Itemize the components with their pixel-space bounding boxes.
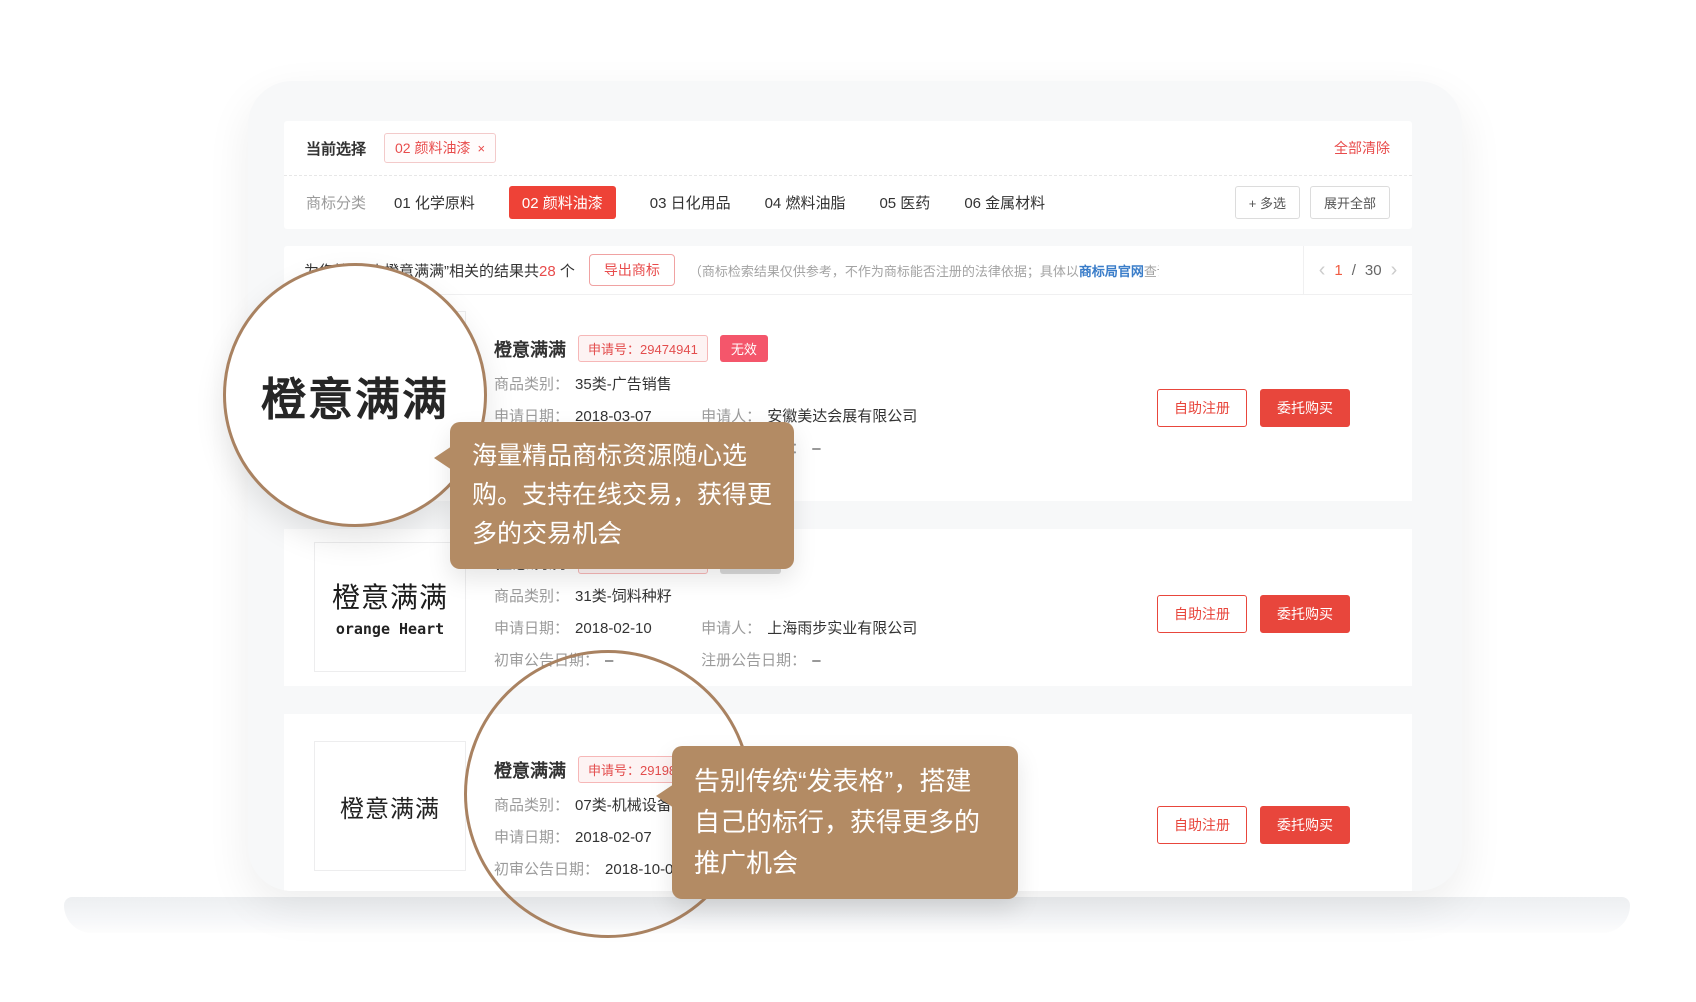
field-value: 上海雨步实业有限公司: [767, 620, 917, 637]
apply-date-cell: 申请日期： 2018-02-10: [494, 617, 697, 638]
self-register-button[interactable]: 自助注册: [1157, 806, 1247, 844]
filter-card: 当前选择 02 颜料油漆 × 全部清除 商标分类 01 化学原料 02 颜料油漆…: [284, 121, 1412, 229]
row-actions: 自助注册 委托购买: [1157, 389, 1350, 427]
field-label: 申请日期：: [494, 829, 569, 846]
field-value: 2018-02-10: [575, 620, 652, 637]
field-label: 申请日期：: [494, 620, 569, 637]
category-item-01[interactable]: 01 化学原料: [394, 192, 475, 213]
application-number: 29474941: [640, 342, 698, 357]
category-bar-label: 商标分类: [306, 192, 366, 213]
field-label: 初审公告日期：: [494, 861, 599, 878]
field-label: 注册公告日期：: [701, 652, 806, 669]
trademark-image: 橙意满满: [314, 741, 466, 871]
selected-filter-chip[interactable]: 02 颜料油漆 ×: [384, 133, 496, 163]
results-disclaimer: （商标检索结果仅供参考，不作为商标能否注册的法律依据；具体以商标局官网查询为准。…: [689, 261, 1159, 280]
selected-filter-chip-label: 02 颜料油漆: [395, 138, 470, 158]
trademark-name: 橙意满满: [494, 336, 566, 362]
category-line: 商品类别： 35类-广告销售: [494, 373, 917, 394]
field-value: 35类-广告销售: [575, 376, 672, 393]
application-number-tag: 申请号：29474941: [578, 335, 708, 362]
application-number-label: 申请号：: [588, 763, 640, 778]
page: 当前选择 02 颜料油漆 × 全部清除 商标分类 01 化学原料 02 颜料油漆…: [0, 0, 1696, 1002]
field-value: 安徽美达会展有限公司: [767, 408, 917, 425]
trademark-image: 橙意满满 orange Heart: [314, 542, 466, 672]
current-selection-label: 当前选择: [306, 138, 366, 159]
results-header: 为您检索到“橙意满满”相关的结果共28 个 导出商标 （商标检索结果仅供参考，不…: [284, 246, 1412, 294]
first-pub-cell: 初审公告日期： 2018-10-06: [494, 858, 697, 879]
applicant-cell: 申请人： 上海雨步实业有限公司: [701, 617, 917, 638]
field-value: –: [812, 652, 820, 669]
expand-all-button[interactable]: 展开全部: [1310, 186, 1390, 219]
trademark-image-text: 橙意满满: [340, 789, 440, 824]
category-item-04[interactable]: 04 燃料油脂: [765, 192, 846, 213]
window-base-platform: [64, 897, 1630, 933]
field-label: 商品类别：: [494, 797, 569, 814]
apply-date-cell: 申请日期： 2018-02-07: [494, 826, 697, 847]
category-actions: + 多选 展开全部: [1235, 186, 1390, 219]
self-register-button[interactable]: 自助注册: [1157, 389, 1247, 427]
category-item-06[interactable]: 06 金属材料: [964, 192, 1045, 213]
clear-all-button[interactable]: 全部清除: [1334, 138, 1390, 158]
field-value: –: [812, 440, 820, 457]
first-pub-cell: 初审公告日期：–: [494, 649, 697, 670]
close-icon[interactable]: ×: [477, 141, 485, 156]
self-register-button[interactable]: 自助注册: [1157, 595, 1247, 633]
prev-page-icon[interactable]: ‹: [1319, 260, 1326, 280]
field-label: 申请人：: [701, 620, 761, 637]
trademark-image-subtext: orange Heart: [336, 620, 444, 638]
field-label: 初审公告日期：: [494, 652, 599, 669]
total-pages: 30: [1365, 262, 1382, 279]
current-page: 1: [1334, 262, 1342, 279]
application-number-label: 申请号：: [588, 342, 640, 357]
entrust-buy-button[interactable]: 委托购买: [1260, 595, 1350, 633]
publication-line: 初审公告日期：– 注册公告日期：–: [494, 649, 917, 670]
row-separator: [284, 686, 1412, 714]
results-summary-suffix: 个: [556, 263, 575, 280]
magnified-trademark-text: 橙意满满: [261, 363, 449, 428]
callout-marketplace: 海量精品商标资源随心选购。支持在线交易，获得更多的交易机会: [450, 422, 794, 569]
row-actions: 自助注册 委托购买: [1157, 595, 1350, 633]
entrust-buy-button[interactable]: 委托购买: [1260, 806, 1350, 844]
field-value: 31类-饲料种籽: [575, 588, 672, 605]
date-applicant-line: 申请日期： 2018-02-10 申请人： 上海雨步实业有限公司: [494, 617, 917, 638]
disclaimer-suffix: 查询为准。）: [1144, 264, 1159, 279]
trademark-name: 橙意满满: [494, 757, 566, 783]
category-list: 01 化学原料 02 颜料油漆 03 日化用品 04 燃料油脂 05 医药 06…: [394, 186, 1045, 219]
callout-promotion: 告别传统“发表格”，搭建自己的标行，获得更多的推广机会: [672, 746, 1018, 899]
next-page-icon[interactable]: ›: [1391, 260, 1398, 280]
trademark-image-text: 橙意满满: [332, 576, 448, 616]
status-badge: 无效: [720, 335, 768, 362]
export-trademarks-button[interactable]: 导出商标: [589, 254, 675, 286]
pagination: ‹ 1 / 30 ›: [1303, 246, 1412, 294]
disclaimer-prefix: （商标检索结果仅供参考，不作为商标能否注册的法律依据；具体以: [689, 264, 1079, 279]
entrust-buy-button[interactable]: 委托购买: [1260, 389, 1350, 427]
field-label: 商品类别：: [494, 588, 569, 605]
magnifier-circle: 橙意满满: [223, 263, 487, 527]
category-item-05[interactable]: 05 医药: [879, 192, 930, 213]
trademark-office-link[interactable]: 商标局官网: [1079, 264, 1144, 279]
page-separator: /: [1352, 262, 1356, 279]
field-value: –: [605, 652, 613, 669]
results-count: 28: [539, 263, 556, 280]
field-value: 2018-02-07: [575, 829, 652, 846]
multi-select-button[interactable]: + 多选: [1235, 186, 1300, 219]
field-label: 商品类别：: [494, 376, 569, 393]
row-actions: 自助注册 委托购买: [1157, 806, 1350, 844]
category-row: 商标分类 01 化学原料 02 颜料油漆 03 日化用品 04 燃料油脂 05 …: [284, 176, 1412, 229]
field-value: 2018-10-06: [605, 861, 682, 878]
trademark-title-line: 橙意满满 申请号：29474941 无效: [494, 335, 917, 362]
current-selection-row: 当前选择 02 颜料油漆 × 全部清除: [284, 121, 1412, 176]
reg-pub-cell: 注册公告日期：–: [701, 649, 820, 670]
category-item-03[interactable]: 03 日化用品: [650, 192, 731, 213]
category-item-02-active[interactable]: 02 颜料油漆: [509, 186, 616, 219]
category-line: 商品类别： 31类-饲料种籽: [494, 585, 917, 606]
